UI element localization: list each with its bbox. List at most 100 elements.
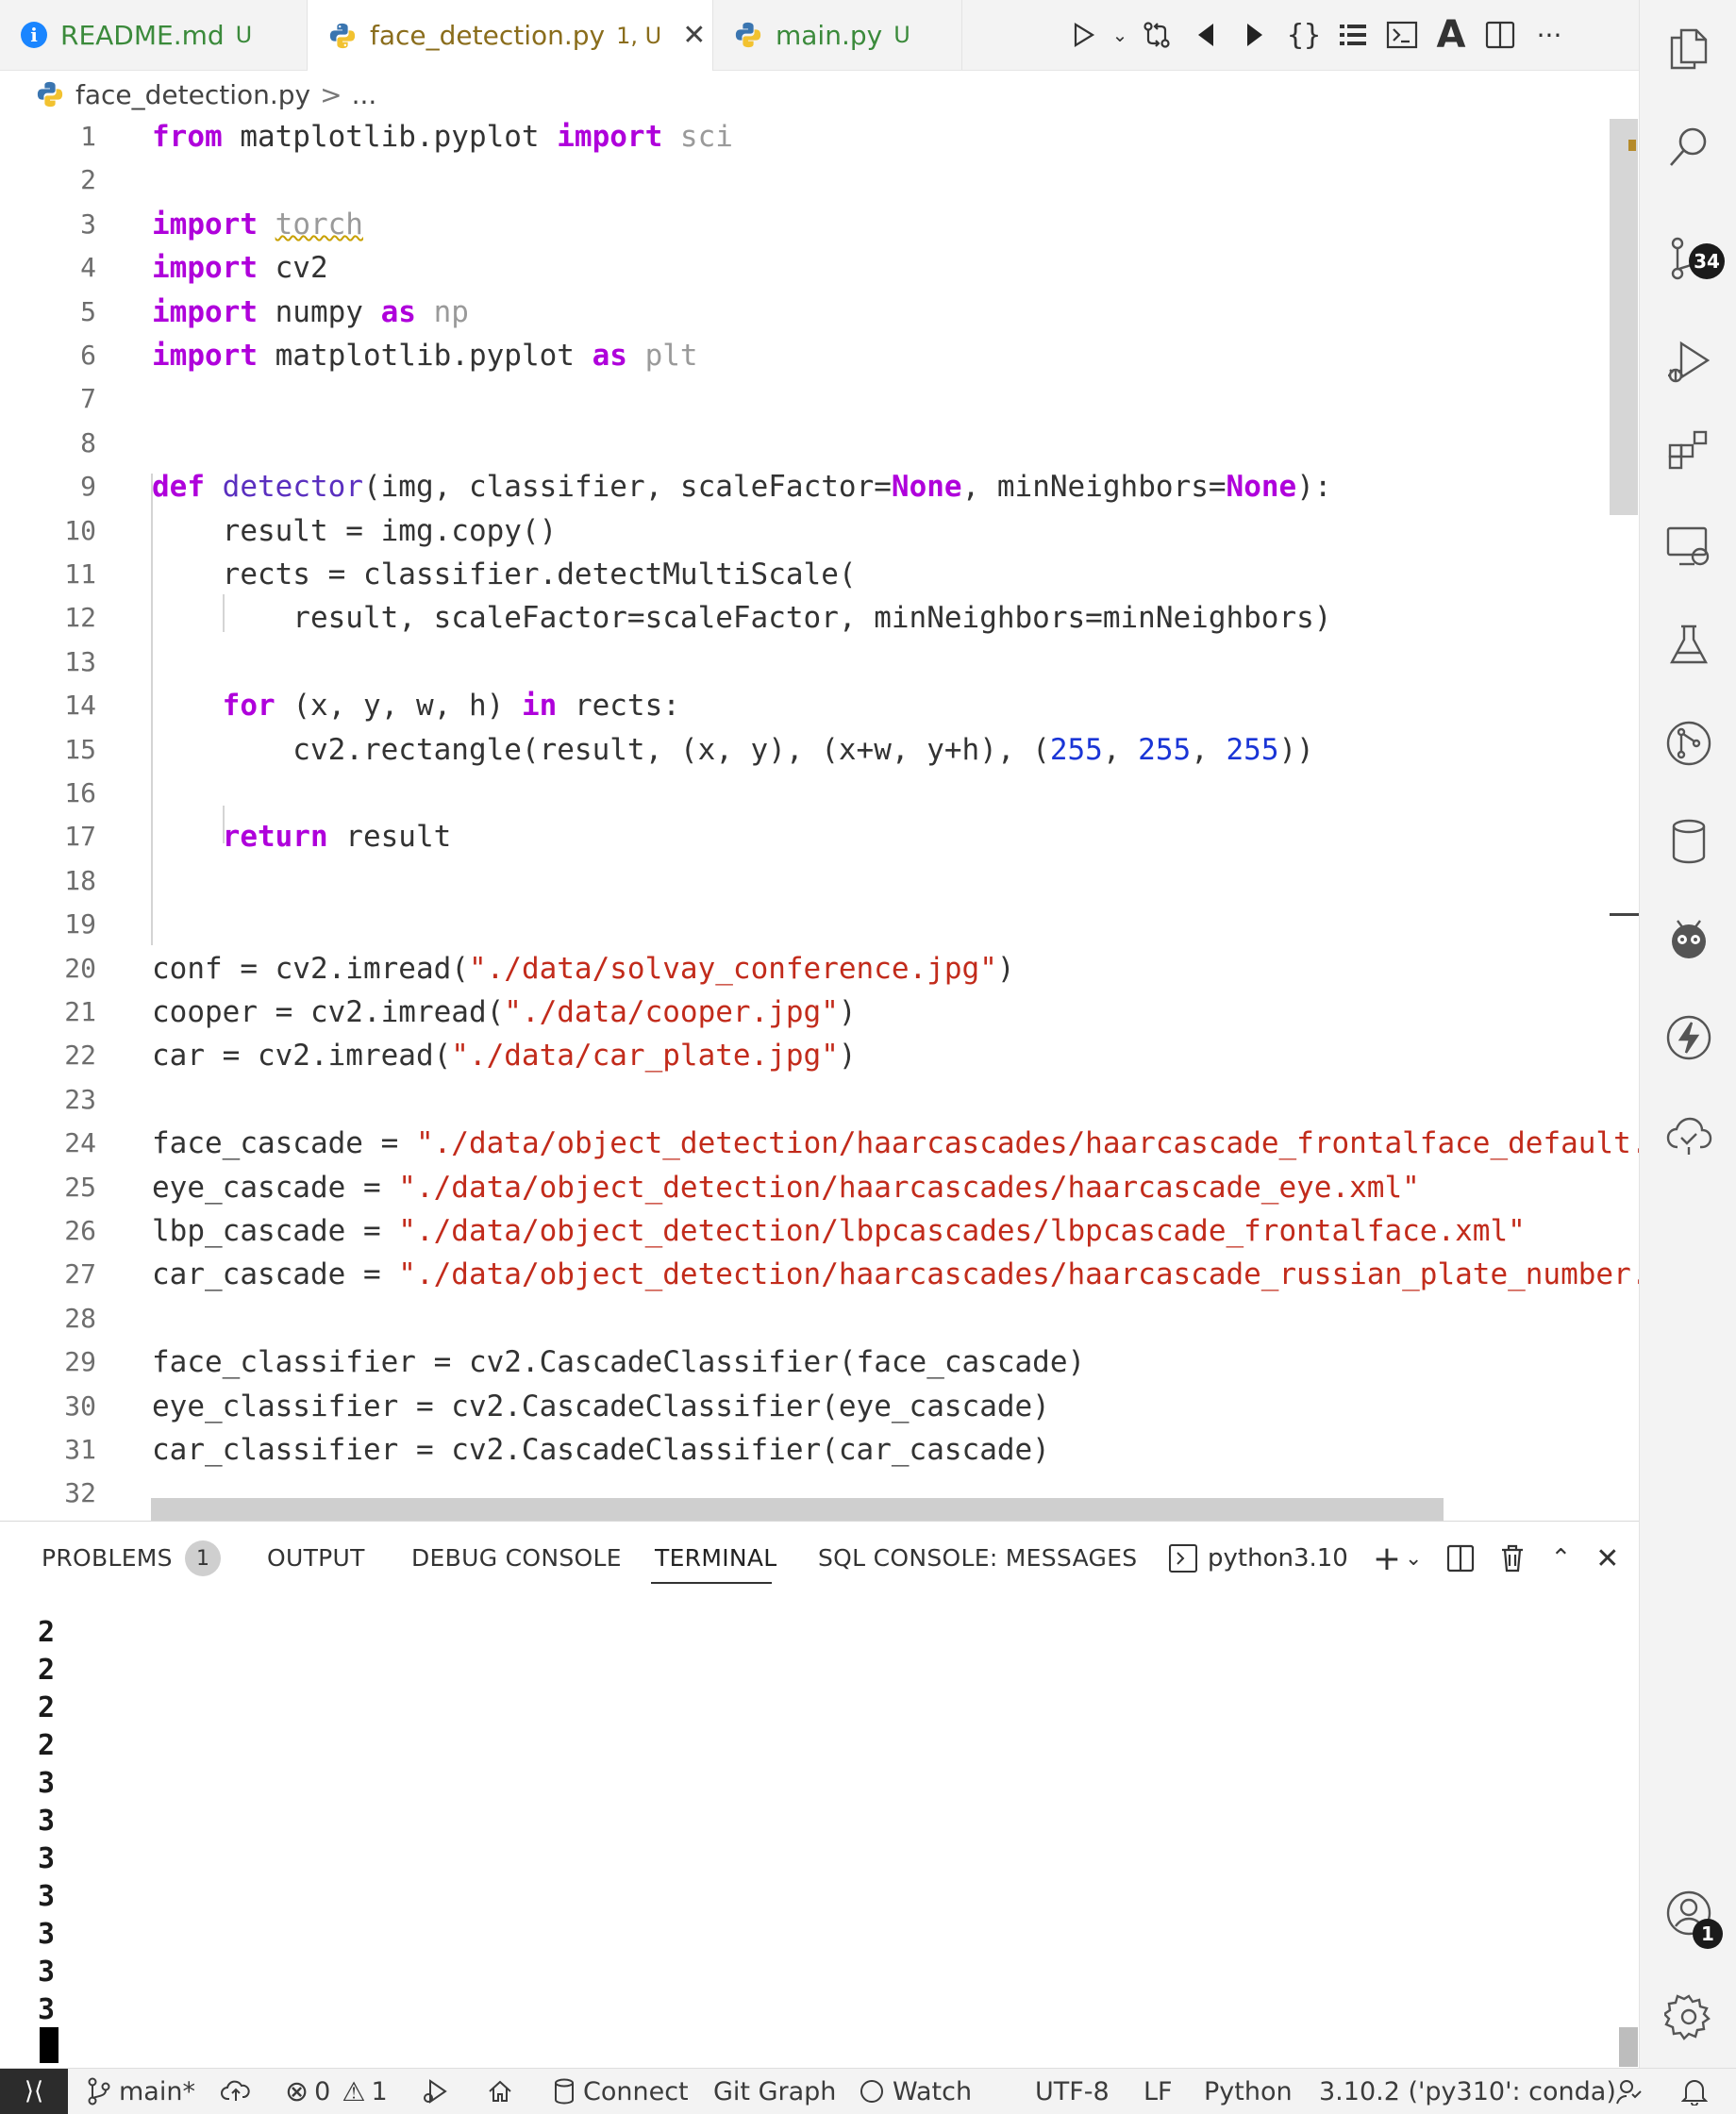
code-line[interactable]: 27 car_cascade = "./data/object_detection…	[0, 1253, 1639, 1296]
terminal-line: 3	[38, 1993, 56, 2026]
terminal-icon[interactable]	[1377, 10, 1427, 59]
problems-indicator[interactable]: ⊗ 0 ⚠ 1	[285, 2069, 388, 2114]
watch-button[interactable]: Watch	[859, 2069, 972, 2114]
close-icon[interactable]: ✕	[682, 19, 706, 52]
split-editor-icon[interactable]	[1476, 10, 1525, 59]
remote-explorer-icon[interactable]	[1640, 509, 1736, 585]
close-icon[interactable]: ✕	[1595, 1542, 1619, 1575]
font-icon[interactable]: A	[1427, 10, 1476, 59]
branch-indicator[interactable]: main*	[87, 2069, 195, 2114]
tab-output[interactable]: OUTPUT	[267, 1544, 365, 1572]
editor-scrollbar[interactable]	[1610, 119, 1638, 515]
search-icon[interactable]	[1640, 109, 1736, 185]
debug-icon[interactable]	[421, 2069, 457, 2114]
testing-icon[interactable]	[1640, 608, 1736, 683]
code-line[interactable]: 24 face_cascade = "./data/object_detectio…	[0, 1122, 1639, 1165]
code-line[interactable]: 2	[0, 158, 1639, 202]
code-line[interactable]: 9 def detector(img, classifier, scaleFact…	[0, 465, 1639, 508]
database-icon[interactable]	[1640, 804, 1736, 879]
code-token: import	[557, 120, 663, 154]
run-debug-icon[interactable]	[1640, 325, 1736, 400]
tab-readme[interactable]: i README.md U	[0, 0, 308, 70]
connect-button[interactable]: Connect	[553, 2069, 689, 2114]
code-text: import torch	[152, 203, 363, 246]
breadcrumb-file[interactable]: face_detection.py	[75, 79, 310, 110]
previous-change-icon[interactable]	[1181, 10, 1230, 59]
tab-terminal[interactable]: TERMINAL	[655, 1544, 777, 1572]
remote-indicator-icon[interactable]: ⟩⟨	[0, 2069, 68, 2114]
code-line[interactable]: 11 rects = classifier.detectMultiScale(	[0, 553, 1639, 596]
chevron-down-icon[interactable]: ⌄	[1108, 10, 1132, 59]
code-line[interactable]: 29 face_classifier = cv2.CascadeClassifie…	[0, 1340, 1639, 1384]
platformio-icon[interactable]	[1640, 902, 1736, 977]
split-terminal-icon[interactable]	[1446, 1544, 1475, 1573]
more-icon[interactable]: ···	[1525, 10, 1574, 59]
code-line[interactable]: 10 result = img.copy()	[0, 509, 1639, 553]
extensions-icon[interactable]	[1640, 411, 1736, 487]
code-editor[interactable]: 1 from matplotlib.pyplot import sci 2 3 impo…	[0, 115, 1639, 1519]
cloud-check-icon[interactable]	[1640, 1098, 1736, 1174]
code-line[interactable]: 14 for (x, y, w, h) in rects:	[0, 684, 1639, 727]
compare-changes-icon[interactable]	[1132, 10, 1181, 59]
terminal-shell-name: python3.10	[1208, 1544, 1348, 1573]
tab-sql-console[interactable]: SQL CONSOLE: MESSAGES	[818, 1544, 1137, 1572]
breadcrumb-symbols[interactable]: ...	[352, 79, 377, 110]
code-line[interactable]: 12 result, scaleFactor=scaleFactor, minN…	[0, 596, 1639, 640]
code-line[interactable]: 31 car_classifier = cv2.CascadeClassifier…	[0, 1428, 1639, 1472]
code-token: face_classifier = cv2.CascadeClassifier(…	[152, 1345, 1086, 1380]
code-line[interactable]: 19	[0, 903, 1639, 946]
terminal-selector[interactable]: python3.10	[1168, 1543, 1348, 1573]
encoding-indicator[interactable]: UTF-8	[1035, 2069, 1110, 2114]
code-line[interactable]: 20 conf = cv2.imread("./data/solvay_confe…	[0, 947, 1639, 990]
code-line[interactable]: 30 eye_classifier = cv2.CascadeClassifier…	[0, 1385, 1639, 1428]
terminal-cursor	[40, 2027, 58, 2063]
code-line[interactable]: 18	[0, 859, 1639, 903]
accounts-status-icon[interactable]	[1615, 2069, 1651, 2114]
panel-tabs: PROBLEMS 1 OUTPUT DEBUG CONSOLE TERMINAL…	[0, 1522, 1639, 1597]
run-icon[interactable]	[1059, 10, 1108, 59]
code-line[interactable]: 22 car = cv2.imread("./data/car_plate.jpg…	[0, 1034, 1639, 1077]
code-line[interactable]: 8	[0, 422, 1639, 465]
terminal-scrollbar[interactable]	[1619, 2027, 1638, 2067]
code-line[interactable]: 3 import torch	[0, 203, 1639, 246]
code-line[interactable]: 1 from matplotlib.pyplot import sci	[0, 115, 1639, 158]
tab-debug-console[interactable]: DEBUG CONSOLE	[411, 1544, 622, 1572]
git-graph-icon[interactable]	[1640, 706, 1736, 781]
tab-face-detection[interactable]: face_detection.py 1, U ✕	[308, 0, 713, 71]
next-change-icon[interactable]	[1230, 10, 1279, 59]
code-line[interactable]: 25 eye_cascade = "./data/object_detection…	[0, 1166, 1639, 1209]
code-line[interactable]: 15 cv2.rectangle(result, (x, y), (x+w, y…	[0, 728, 1639, 772]
sync-icon[interactable]	[221, 2069, 259, 2114]
tab-main[interactable]: main.py U	[713, 0, 962, 70]
terminal-output[interactable]: 2 2 2 2 3 3 3 3 3 3 3	[38, 1614, 55, 2029]
list-icon[interactable]	[1328, 10, 1377, 59]
code-line[interactable]: 17 return result	[0, 815, 1639, 858]
new-terminal-icon[interactable]: +	[1373, 1540, 1401, 1578]
home-icon[interactable]	[487, 2069, 521, 2114]
git-graph-button[interactable]: Git Graph	[713, 2069, 836, 2114]
code-line[interactable]: 4 import cv2	[0, 246, 1639, 290]
interpreter-selector[interactable]: 3.10.2 ('py310': conda)	[1319, 2069, 1616, 2114]
thunder-client-icon[interactable]	[1640, 1000, 1736, 1075]
source-control-icon[interactable]: 34	[1640, 221, 1736, 296]
code-line[interactable]: 7	[0, 377, 1639, 421]
braces-icon[interactable]: {}	[1279, 10, 1328, 59]
trash-icon[interactable]	[1499, 1543, 1526, 1573]
eol-indicator[interactable]: LF	[1143, 2069, 1173, 2114]
maximize-panel-icon[interactable]: ⌃	[1550, 1544, 1571, 1573]
accounts-icon[interactable]: 1	[1640, 1875, 1736, 1951]
code-line[interactable]: 28	[0, 1297, 1639, 1340]
code-line[interactable]: 23	[0, 1078, 1639, 1122]
code-line[interactable]: 26 lbp_cascade = "./data/object_detection…	[0, 1209, 1639, 1253]
tab-problems[interactable]: PROBLEMS	[42, 1544, 173, 1572]
code-line[interactable]: 5 import numpy as np	[0, 291, 1639, 334]
chevron-down-icon[interactable]: ⌄	[1405, 1547, 1422, 1571]
language-mode[interactable]: Python	[1204, 2069, 1293, 2114]
settings-gear-icon[interactable]	[1640, 1979, 1736, 2055]
code-line[interactable]: 16	[0, 772, 1639, 815]
code-line[interactable]: 21 cooper = cv2.imread("./data/cooper.jpg…	[0, 990, 1639, 1034]
notifications-bell-icon[interactable]	[1681, 2069, 1715, 2114]
explorer-icon[interactable]	[1640, 11, 1736, 87]
code-line[interactable]: 13	[0, 641, 1639, 684]
code-line[interactable]: 6 import matplotlib.pyplot as plt	[0, 334, 1639, 377]
